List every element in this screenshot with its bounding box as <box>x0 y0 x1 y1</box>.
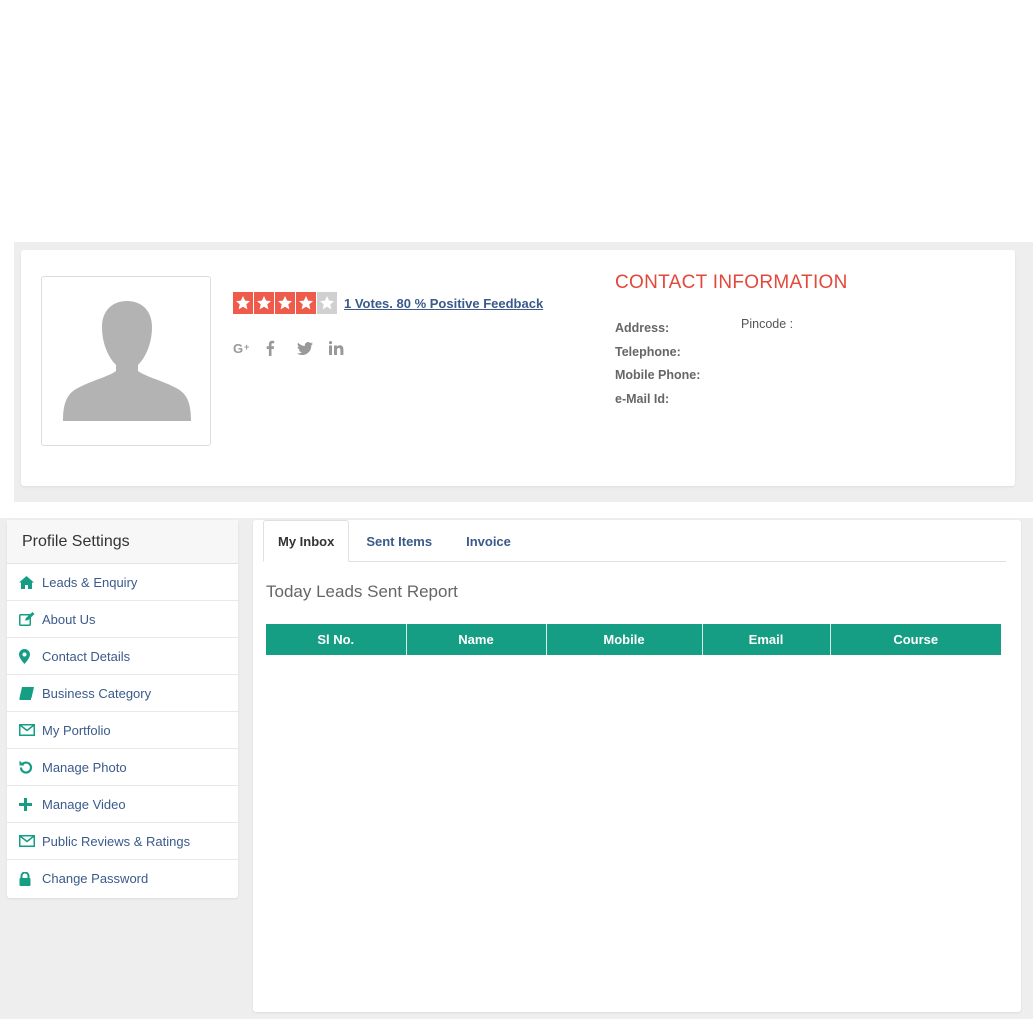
telephone-label: Telephone: <box>615 344 681 359</box>
facebook-icon[interactable] <box>265 338 297 358</box>
lock-icon <box>19 871 42 886</box>
column-header-name: Name <box>406 624 547 655</box>
sidebar-item-label: Business Category <box>42 685 152 701</box>
sidebar-item-label: Change Password <box>42 871 149 886</box>
column-header-mobile: Mobile <box>546 624 703 655</box>
home-icon <box>19 575 42 589</box>
sidebar-item-change-password[interactable]: Change Password <box>7 860 238 897</box>
tab-sent-items[interactable]: Sent Items <box>349 520 449 562</box>
tab-bar: My Inbox Sent Items Invoice <box>263 520 1006 562</box>
avatar <box>41 276 211 446</box>
star-filled-icon <box>233 292 253 314</box>
sidebar-item-contact[interactable]: Contact Details <box>7 638 238 675</box>
sidebar-item-manage-photo[interactable]: Manage Photo <box>7 749 238 786</box>
main-panel: My Inbox Sent Items Invoice Today Leads … <box>253 520 1021 1012</box>
table-header-row: Sl No. Name Mobile Email Course <box>266 624 1001 655</box>
column-header-sl-no: Sl No. <box>266 624 407 655</box>
sidebar-title: Profile Settings <box>7 520 238 564</box>
linkedin-icon[interactable] <box>329 338 361 358</box>
contact-title: CONTACT INFORMATION <box>615 272 848 293</box>
twitter-icon[interactable] <box>297 338 329 358</box>
envelope-icon <box>19 835 42 847</box>
sidebar-item-label: About Us <box>42 611 96 627</box>
book-icon <box>19 686 42 700</box>
star-empty-icon <box>317 292 337 314</box>
sidebar-item-portfolio[interactable]: My Portfolio <box>7 712 238 749</box>
profile-band: 1 Votes. 80 % Positive Feedback G + CONTA… <box>14 242 1033 502</box>
sidebar-item-about[interactable]: About Us <box>7 601 238 638</box>
plus-icon <box>19 797 42 811</box>
rating-row: 1 Votes. 80 % Positive Feedback <box>233 292 543 314</box>
star-filled-icon <box>275 292 295 314</box>
star-rating <box>233 292 338 314</box>
map-marker-icon <box>19 648 42 664</box>
svg-text:G: G <box>233 341 243 355</box>
sidebar-item-label: Contact Details <box>42 648 131 664</box>
star-filled-icon <box>254 292 274 314</box>
address-label: Address: <box>615 321 670 335</box>
sidebar-item-label: Manage Video <box>42 796 126 812</box>
google-plus-icon[interactable]: G + <box>233 338 265 358</box>
sidebar-item-label: Leads & Enquiry <box>42 574 138 590</box>
sidebar-item-business-category[interactable]: Business Category <box>7 675 238 712</box>
tab-my-inbox[interactable]: My Inbox <box>263 520 350 562</box>
contact-labels: Address: Telephone: Mobile Phone: e-Mail… <box>615 321 700 415</box>
envelope-icon <box>19 724 42 736</box>
tab-invoice[interactable]: Invoice <box>449 520 528 562</box>
lower-band: Profile Settings Leads & Enquiry About U… <box>0 518 1033 1019</box>
sidebar-item-label: My Portfolio <box>42 722 111 738</box>
sidebar-item-label: Public Reviews & Ratings <box>42 833 191 849</box>
sidebar-item-manage-video[interactable]: Manage Video <box>7 786 238 823</box>
sidebar-item-public-reviews[interactable]: Public Reviews & Ratings <box>7 823 238 860</box>
profile-card: 1 Votes. 80 % Positive Feedback G + CONTA… <box>21 250 1015 486</box>
column-header-email: Email <box>702 624 831 655</box>
mobile-label: Mobile Phone: <box>615 368 701 382</box>
social-links: G + <box>233 338 361 358</box>
feedback-link[interactable]: 1 Votes. 80 % Positive Feedback <box>344 296 543 311</box>
user-silhouette-icon <box>63 301 191 421</box>
svg-text:+: + <box>244 342 249 352</box>
email-label: e-Mail Id: <box>615 391 670 406</box>
leads-table: Sl No. Name Mobile Email Course <box>266 624 1001 655</box>
sidebar-item-label: Manage Photo <box>42 759 127 775</box>
sidebar-item-leads[interactable]: Leads & Enquiry <box>7 564 238 601</box>
profile-settings-sidebar: Profile Settings Leads & Enquiry About U… <box>7 520 238 898</box>
column-header-course: Course <box>830 624 1001 655</box>
undo-icon <box>19 760 42 774</box>
star-filled-icon <box>296 292 316 314</box>
pincode-label: Pincode : <box>741 317 794 331</box>
report-title: Today Leads Sent Report <box>266 582 458 601</box>
edit-icon <box>19 612 42 626</box>
